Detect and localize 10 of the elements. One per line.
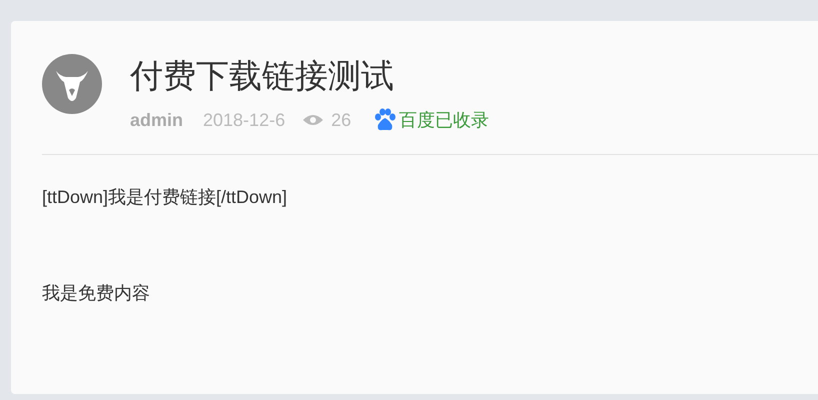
content-paragraph: [ttDown]我是付费链接[/ttDown] [42,186,288,209]
author-name[interactable]: admin [130,110,184,130]
avatar-icon[interactable] [42,54,102,114]
post-date: 2018-12-6 [203,110,286,130]
paw-icon [373,108,398,132]
view-count: 26 [331,110,352,130]
eye-icon [303,114,324,126]
content-paragraph: 我是免费内容 [42,282,151,305]
indexed-label: 百度已收录 [399,109,490,132]
post-title: 付费下载链接测试 [130,56,395,96]
